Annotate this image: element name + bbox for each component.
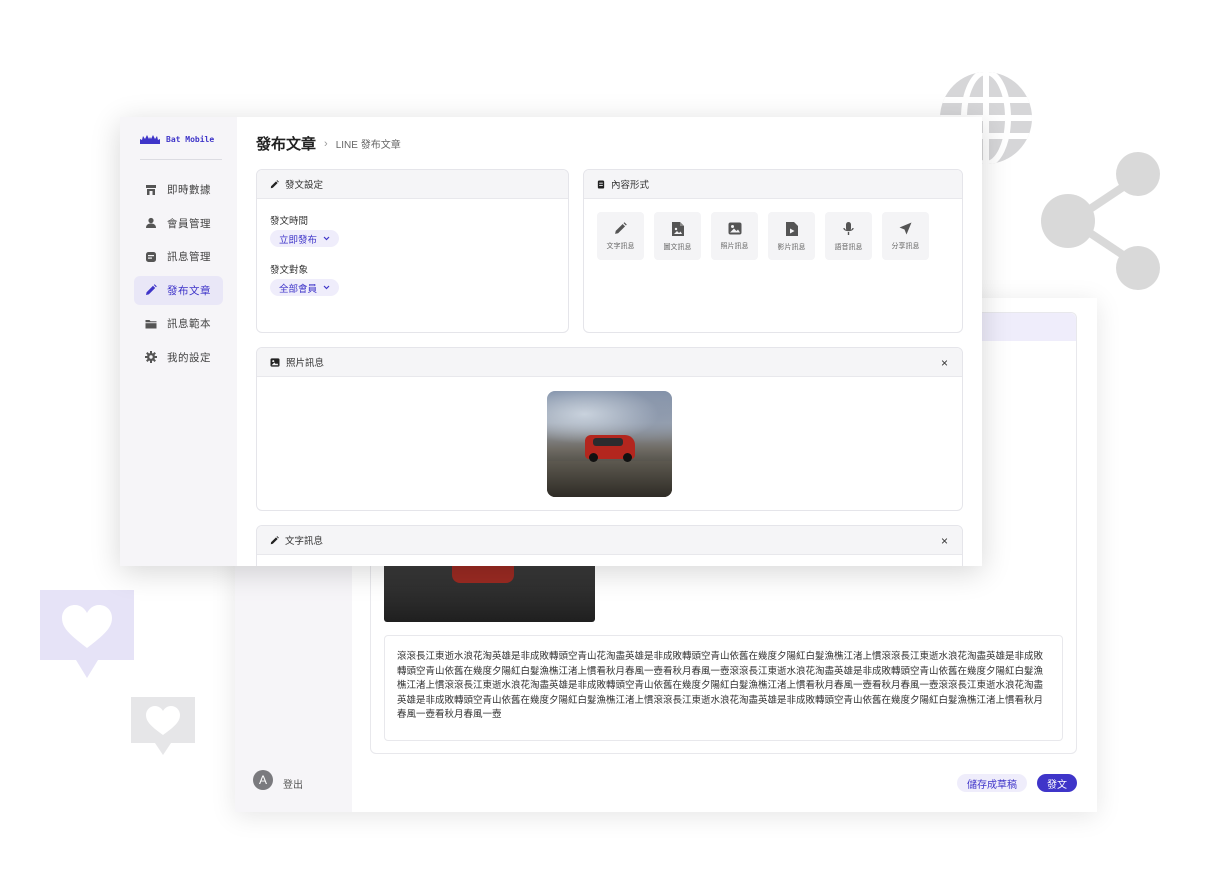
video-doc-icon (785, 222, 798, 236)
pencil-icon (270, 535, 279, 544)
message-icon (145, 251, 157, 263)
post-settings-header: 發文設定 (257, 170, 568, 199)
sidebar-item-label: 訊息範本 (167, 318, 211, 331)
post-time-value: 立即發布 (279, 234, 318, 246)
folder-icon (145, 318, 157, 330)
type-label: 圖文訊息 (663, 244, 692, 251)
type-share-message[interactable]: 分享訊息 (882, 212, 929, 260)
pencil-icon (270, 179, 279, 188)
post-time-select[interactable]: 立即發布 (270, 230, 340, 247)
card-title: 文字訊息 (285, 536, 324, 547)
pencil-icon (145, 284, 157, 296)
photo-icon (270, 357, 280, 367)
microphone-icon (843, 222, 854, 235)
close-icon[interactable]: × (941, 356, 948, 370)
breadcrumb-item[interactable]: LINE 發布文章 (336, 136, 401, 151)
chevron-down-icon (323, 236, 330, 241)
text-message-card: 文字訊息 × (256, 525, 963, 566)
type-photo-message[interactable]: 照片訊息 (711, 212, 758, 260)
store-icon (145, 184, 157, 196)
text-message-header: 文字訊息 (257, 526, 962, 555)
heart-bubble-icon (40, 590, 134, 678)
post-time-label: 發文時間 (270, 216, 309, 227)
content-type-header: 內容形式 (584, 170, 962, 199)
preview-photo (384, 565, 595, 622)
breadcrumb-separator: › (324, 137, 328, 150)
sidebar-item-settings[interactable]: 我的設定 (134, 343, 223, 372)
type-label: 照片訊息 (720, 243, 749, 250)
share-icon (1041, 152, 1160, 290)
brand-name: Bat Mobile (166, 135, 215, 144)
close-icon[interactable]: × (941, 534, 948, 548)
type-label: 影片訊息 (777, 244, 806, 251)
type-label: 語音訊息 (834, 244, 863, 251)
sidebar-item-members[interactable]: 會員管理 (134, 209, 223, 238)
sidebar-item-label: 會員管理 (167, 217, 211, 230)
post-target-select[interactable]: 全部會員 (270, 279, 340, 296)
type-video-message[interactable]: 影片訊息 (768, 212, 815, 260)
post-button[interactable]: 發文 (1037, 774, 1077, 792)
photo-icon (728, 222, 741, 235)
sidebar-nav: 即時數據 會員管理 訊息管理 發布文章 訊息範本 我的設定 (134, 175, 223, 377)
avatar[interactable]: A (253, 770, 273, 790)
sidebar: Bat Mobile 即時數據 會員管理 訊息管理 發布文章 訊息範本 我的設定 (120, 117, 237, 566)
post-target-label: 發文對象 (270, 265, 309, 276)
gear-icon (145, 351, 157, 364)
type-text-message[interactable]: 文字訊息 (597, 212, 644, 260)
post-settings-card: 發文設定 發文時間 立即發布 發文對象 全部會員 (256, 169, 569, 333)
document-icon (597, 179, 605, 189)
type-label: 文字訊息 (606, 243, 635, 250)
breadcrumb: 發布文章 › LINE 發布文章 (256, 133, 401, 154)
main-content: 發布文章 › LINE 發布文章 發文設定 發文時間 立即發布 發文對象 全部會… (237, 117, 982, 566)
uploaded-photo[interactable] (547, 391, 672, 497)
content-type-card: 內容形式 文字訊息 圖文訊息 照片訊息 影片訊息 語音訊息 分享訊息 (583, 169, 963, 333)
image-doc-icon (671, 222, 684, 236)
card-title: 發文設定 (285, 180, 324, 191)
type-image-text-message[interactable]: 圖文訊息 (654, 212, 701, 260)
sidebar-item-live-data[interactable]: 即時數據 (134, 175, 223, 204)
sidebar-item-publish[interactable]: 發布文章 (134, 275, 223, 305)
sidebar-item-templates[interactable]: 訊息範本 (134, 309, 223, 338)
front-window: Bat Mobile 即時數據 會員管理 訊息管理 發布文章 訊息範本 我的設定… (120, 117, 982, 566)
message-text-area[interactable]: 滾滾長江東逝水浪花淘英雄是非成敗轉頭空青山花淘盡英雄是非成敗轉頭空青山依舊在幾度… (384, 635, 1063, 741)
sidebar-item-label: 發布文章 (167, 284, 211, 297)
card-title: 照片訊息 (286, 358, 325, 369)
post-target-value: 全部會員 (279, 283, 318, 295)
page-title: 發布文章 (256, 136, 317, 153)
photo-message-card: 照片訊息 × (256, 347, 963, 511)
content-type-list: 文字訊息 圖文訊息 照片訊息 影片訊息 語音訊息 分享訊息 (597, 212, 929, 260)
user-icon (145, 217, 157, 229)
card-title: 內容形式 (611, 180, 650, 191)
brand[interactable]: Bat Mobile (140, 135, 214, 144)
chevron-down-icon (323, 285, 330, 290)
sidebar-item-label: 訊息管理 (167, 251, 211, 264)
sidebar-item-label: 我的設定 (167, 351, 211, 364)
heart-bubble-icon (131, 697, 195, 755)
bat-logo-icon (140, 135, 160, 144)
send-icon (899, 222, 912, 235)
divider (140, 159, 222, 160)
pencil-icon (615, 222, 627, 234)
type-voice-message[interactable]: 語音訊息 (825, 212, 872, 260)
sidebar-item-label: 即時數據 (167, 184, 211, 196)
sidebar-item-messages[interactable]: 訊息管理 (134, 242, 223, 271)
logout-link[interactable]: 登出 (283, 776, 303, 791)
photo-message-header: 照片訊息 (257, 348, 962, 377)
save-draft-button[interactable]: 儲存成草稿 (957, 774, 1027, 792)
type-label: 分享訊息 (891, 243, 920, 250)
